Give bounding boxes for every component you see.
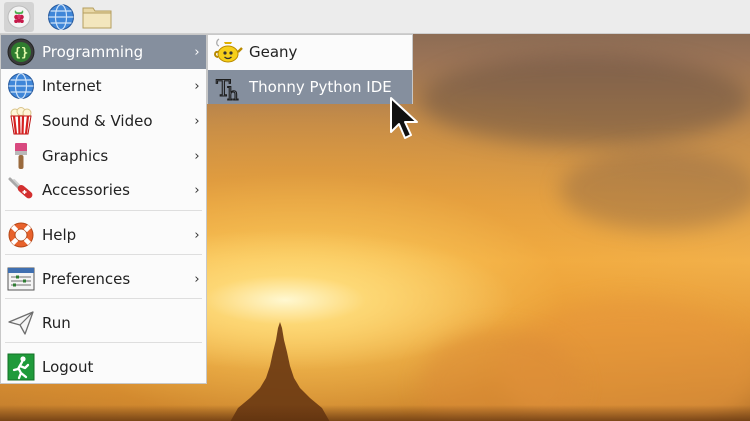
geany-teapot-icon <box>213 37 243 67</box>
globe-icon <box>48 3 74 31</box>
submenu-item-label: Geany <box>249 43 298 61</box>
globe-icon <box>6 71 36 101</box>
submenu-arrow-icon: › <box>194 148 200 164</box>
menu-item-run[interactable]: Run <box>1 306 206 340</box>
paper-plane-icon <box>6 308 36 338</box>
submenu-item-thonny[interactable]: T h Thonny Python IDE <box>208 70 412 104</box>
menu-separator <box>5 298 202 299</box>
mouse-pointer-icon <box>390 97 418 139</box>
swiss-knife-icon <box>6 175 36 205</box>
exit-icon <box>6 352 36 382</box>
programming-submenu: Geany T h Thonny Python IDE <box>207 34 413 104</box>
menu-item-preferences[interactable]: Preferences › <box>1 262 206 296</box>
submenu-arrow-icon: › <box>194 44 200 60</box>
menu-item-label: Logout <box>42 358 94 376</box>
wallpaper-cloud <box>560 150 750 230</box>
svg-text:h: h <box>227 84 239 102</box>
applications-menu: {} Programming › Internet › Sound & Vide… <box>0 34 207 384</box>
menu-item-sound-video[interactable]: Sound & Video › <box>1 104 206 138</box>
menu-item-accessories[interactable]: Accessories › <box>1 173 206 207</box>
submenu-arrow-icon: › <box>194 271 200 287</box>
menu-item-label: Programming <box>42 43 144 61</box>
settings-window-icon <box>6 264 36 294</box>
menu-item-label: Run <box>42 314 71 332</box>
taskbar <box>0 0 750 34</box>
menu-item-logout[interactable]: Logout <box>1 350 206 384</box>
submenu-arrow-icon: › <box>194 113 200 129</box>
submenu-arrow-icon: › <box>194 78 200 94</box>
menu-item-label: Graphics <box>42 147 109 165</box>
submenu-item-geany[interactable]: Geany <box>208 35 412 69</box>
popcorn-icon <box>6 106 36 136</box>
submenu-item-label: Thonny Python IDE <box>249 78 392 96</box>
menu-item-help[interactable]: Help › <box>1 218 206 252</box>
wallpaper-ground <box>0 405 750 421</box>
menu-item-programming[interactable]: {} Programming › <box>1 35 206 69</box>
menu-item-label: Sound & Video <box>42 112 153 130</box>
submenu-arrow-icon: › <box>194 227 200 243</box>
applications-menu-button[interactable] <box>4 2 34 32</box>
wallpaper-cloud <box>420 55 750 145</box>
web-browser-launcher[interactable] <box>46 2 76 32</box>
menu-item-graphics[interactable]: Graphics › <box>1 139 206 173</box>
paintbrush-icon <box>6 141 36 171</box>
menu-item-label: Accessories <box>42 181 130 199</box>
programming-braces-icon: {} <box>6 37 36 67</box>
menu-item-internet[interactable]: Internet › <box>1 69 206 103</box>
folder-icon <box>82 7 112 29</box>
svg-text:{}: {} <box>14 46 28 60</box>
menu-separator <box>5 210 202 211</box>
file-manager-launcher[interactable] <box>82 2 112 32</box>
menu-item-label: Internet <box>42 77 102 95</box>
menu-separator <box>5 342 202 343</box>
thonny-icon: T h <box>213 72 243 102</box>
submenu-arrow-icon: › <box>194 182 200 198</box>
menu-item-label: Help <box>42 226 77 244</box>
menu-separator <box>5 254 202 255</box>
lifebuoy-icon <box>6 220 36 250</box>
menu-item-label: Preferences <box>42 270 131 288</box>
raspberry-pi-icon <box>7 5 31 29</box>
